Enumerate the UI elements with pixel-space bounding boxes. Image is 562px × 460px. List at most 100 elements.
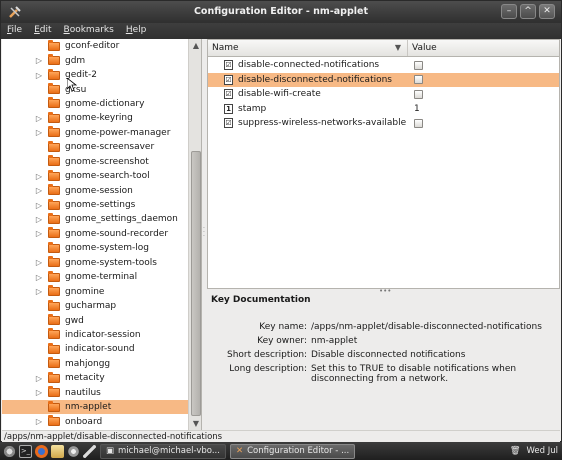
tree-item[interactable]: ▷ metacity <box>2 371 188 385</box>
tree-item[interactable]: ▷ gnomine <box>2 284 188 298</box>
tree-item[interactable]: ▷gnome-screenshot <box>2 155 188 169</box>
doc-key-label: Key name: <box>259 322 307 332</box>
terminal-icon[interactable]: >_ <box>19 444 32 458</box>
minimize-button[interactable]: – <box>501 4 517 19</box>
tree-item[interactable]: ▷mahjongg <box>2 357 188 371</box>
expander-arrow-icon[interactable]: ▷ <box>34 374 44 383</box>
menu-gear-icon[interactable] <box>3 444 16 458</box>
folder-icon <box>48 342 60 354</box>
folder-icon <box>48 328 60 340</box>
tree-item[interactable]: ▷gnome-dictionary <box>2 97 188 111</box>
title-bar[interactable]: Configuration Editor - nm-applet – ^ ✕ <box>1 1 561 23</box>
table-row[interactable]: ☑ disable-wifi-create <box>208 87 559 102</box>
scrollbar-thumb[interactable] <box>191 151 201 416</box>
table-row[interactable]: ☑ disable-disconnected-notifications <box>208 72 559 87</box>
tree-item[interactable]: ▷gwd <box>2 313 188 327</box>
tree-item[interactable]: ▷gnome-screensaver <box>2 140 188 154</box>
tree-item[interactable]: ▷nm-applet <box>2 399 188 415</box>
tree-item[interactable]: ▷ gnome-settings <box>2 198 188 212</box>
tree-item[interactable]: ▷ gnome-power-manager <box>2 126 188 140</box>
taskbar-item-terminal[interactable]: ▣ michael@michael-vbo... <box>100 443 226 459</box>
expander-arrow-icon[interactable]: ▷ <box>34 388 44 397</box>
column-header-value[interactable]: Value <box>408 40 559 56</box>
tree-item[interactable]: ▷ gnome-terminal <box>2 270 188 284</box>
clock[interactable]: Wed Jul <box>527 446 559 456</box>
tree-item[interactable]: ▷indicator-sound <box>2 342 188 356</box>
menu-bookmarks[interactable]: Bookmarks <box>58 23 120 39</box>
menu-file[interactable]: File <box>1 23 28 39</box>
expander-arrow-icon[interactable]: ▷ <box>34 273 44 282</box>
scroll-down-icon[interactable]: ▼ <box>189 419 201 428</box>
tree-item[interactable]: ▷ gdm <box>2 53 188 67</box>
expander-arrow-icon[interactable]: ▷ <box>34 201 44 210</box>
tree-item[interactable]: ▷ gnome_settings_daemon <box>2 212 188 226</box>
brush-icon[interactable] <box>83 444 96 458</box>
tree-item[interactable]: ▷ gnome-sound-recorder <box>2 227 188 241</box>
menu-edit[interactable]: Edit <box>28 23 57 39</box>
column-header-name[interactable]: Name ▼ <box>208 40 408 56</box>
mail-icon[interactable] <box>51 444 64 458</box>
taskbar-item-config-editor[interactable]: ✕ Configuration Editor - ... <box>229 443 356 459</box>
expander-arrow-icon[interactable]: ▷ <box>34 172 44 181</box>
key-value-cell[interactable] <box>410 75 559 85</box>
folder-icon <box>48 198 60 210</box>
firefox-icon[interactable] <box>35 444 48 458</box>
expander-arrow-icon[interactable]: ▷ <box>34 287 44 296</box>
table-row[interactable]: 1 stamp 1 <box>208 102 559 117</box>
value-checkbox[interactable] <box>414 118 423 128</box>
value-checkbox[interactable] <box>414 60 423 70</box>
tree-item[interactable]: ▷gucharmap <box>2 299 188 313</box>
doc-value: /apps/nm-applet/disable-disconnected-not… <box>311 322 542 332</box>
key-value-cell[interactable] <box>410 89 559 99</box>
expander-arrow-icon[interactable]: ▷ <box>34 128 44 137</box>
close-button[interactable]: ✕ <box>539 4 555 19</box>
expander-arrow-icon[interactable]: ▷ <box>34 215 44 224</box>
tree-item[interactable]: ▷ gnome-session <box>2 183 188 197</box>
value-checkbox[interactable] <box>414 89 423 99</box>
tree-item[interactable]: ▷ gnome-system-tools <box>2 256 188 270</box>
expander-arrow-icon[interactable]: ▷ <box>34 229 44 238</box>
table-row[interactable]: ☑ suppress-wireless-networks-available <box>208 116 559 131</box>
tree-item[interactable]: ▷ onboard <box>2 414 188 428</box>
key-value-cell[interactable] <box>410 60 559 70</box>
tree-item[interactable]: ▷indicator-session <box>2 328 188 342</box>
key-value-cell[interactable] <box>410 118 559 128</box>
tree-item[interactable]: ▷gksu <box>2 82 188 96</box>
folder-icon <box>48 155 60 167</box>
expander-arrow-icon[interactable]: ▷ <box>34 186 44 195</box>
trash-icon[interactable]: 🗑 <box>510 446 521 456</box>
tree-item[interactable]: ▷ gnome-keyring <box>2 111 188 125</box>
table-row[interactable]: ☑ disable-connected-notifications <box>208 58 559 73</box>
key-name-cell: ☑ disable-disconnected-notifications <box>208 74 410 85</box>
expander-arrow-icon[interactable]: ▷ <box>34 258 44 267</box>
tree-item[interactable]: ▷ gedit-2 <box>2 68 188 82</box>
tree-item-label: gdm <box>65 55 86 66</box>
doc-key-label: Short description: <box>227 350 308 360</box>
expander-arrow-icon[interactable]: ▷ <box>34 417 44 426</box>
expander-arrow-icon[interactable]: ▷ <box>34 56 44 65</box>
doc-value: Disable disconnected notifications <box>311 350 466 360</box>
settings-icon[interactable] <box>67 444 80 458</box>
tree-item[interactable]: ▷ gnome-search-tool <box>2 169 188 183</box>
tree-item[interactable]: ▷gnome-system-log <box>2 241 188 255</box>
expander-arrow-icon[interactable]: ▷ <box>34 114 44 123</box>
tree-item[interactable]: ▷ nautilus <box>2 386 188 400</box>
maximize-button[interactable]: ^ <box>520 4 536 19</box>
folder-icon <box>48 39 60 51</box>
doc-key-label: Long description: <box>229 364 307 374</box>
directory-tree[interactable]: ▷gconf-editor ▷ gdm ▷gedit-2▷gksu▷gnome-dic… <box>2 39 202 430</box>
doc-row: Short description: Disable disconnected n… <box>227 350 557 360</box>
value-text[interactable]: 1 <box>414 104 420 114</box>
tree-scrollbar[interactable]: ▲ ▼ <box>188 39 201 430</box>
tree-item-label: gnome-screenshot <box>65 156 149 167</box>
key-value-cell[interactable]: 1 <box>410 104 559 114</box>
folder-icon <box>48 270 60 282</box>
scroll-up-icon[interactable]: ▲ <box>189 41 201 50</box>
tree-item[interactable]: ▷gconf-editor <box>2 39 188 53</box>
sort-descending-icon: ▼ <box>394 43 401 52</box>
tree-item-label: nm-applet <box>65 402 112 413</box>
value-checkbox[interactable] <box>414 75 423 85</box>
expander-arrow-icon[interactable]: ▷ <box>34 71 44 80</box>
menu-help[interactable]: Help <box>120 23 153 39</box>
folder-icon <box>48 371 60 383</box>
